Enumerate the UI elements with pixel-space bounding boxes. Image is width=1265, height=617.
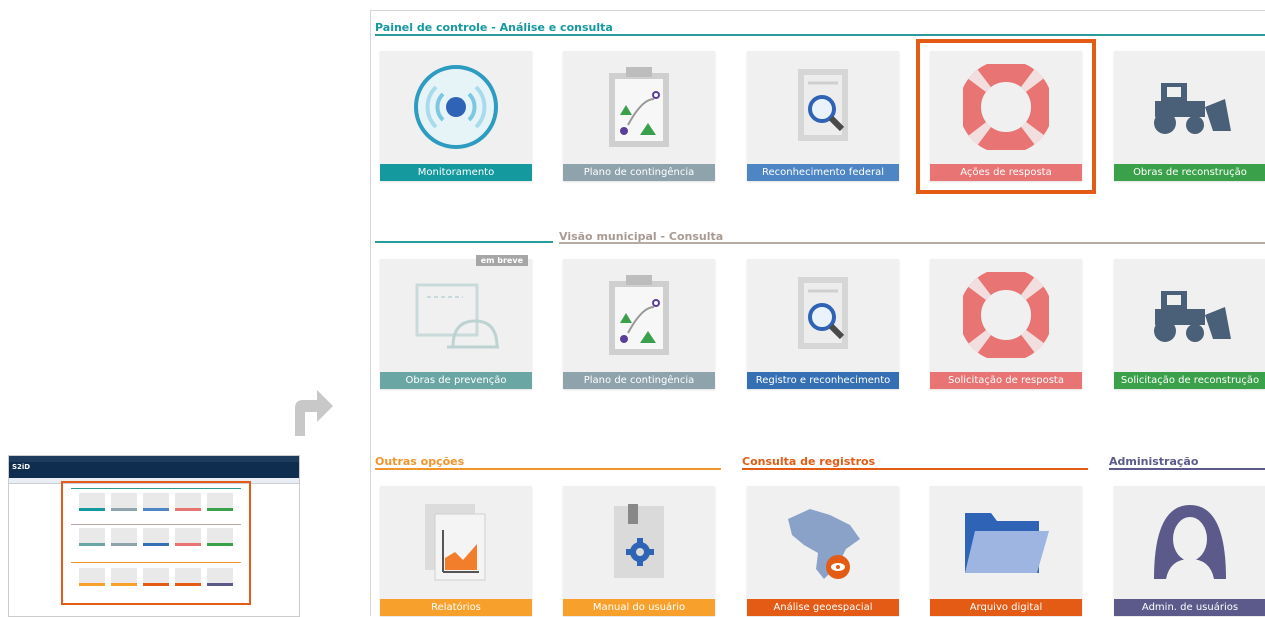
tile-label: Plano de contingência — [563, 164, 715, 181]
tile-label: Monitoramento — [380, 164, 532, 181]
manual-gear-icon — [589, 498, 689, 586]
clipboard-map-icon — [589, 63, 689, 151]
tile-obras-reconstrucao[interactable]: Obras de reconstrução — [1114, 51, 1265, 181]
chart-report-icon — [406, 498, 506, 586]
arrow-icon — [295, 390, 333, 436]
section-divider — [375, 241, 553, 243]
clipboard-map-icon — [589, 271, 689, 359]
tile-reconhecimento-federal[interactable]: Reconhecimento federal — [747, 51, 899, 181]
section-divider — [742, 468, 1088, 470]
thumb-logo: S2iD — [12, 463, 31, 471]
tile-label: Solicitação de resposta — [930, 372, 1082, 389]
tile-label: Manual do usuário — [563, 599, 715, 616]
coming-soon-badge: em breve — [475, 255, 528, 266]
thumb-selection-highlight — [61, 481, 251, 605]
tile-label: Obras de reconstrução — [1114, 164, 1265, 181]
tile-registro-reconhecimento[interactable]: Registro e reconhecimento — [747, 259, 899, 389]
folder-icon — [956, 498, 1056, 586]
bulldozer-icon — [1140, 63, 1240, 151]
section-title-painel: Painel de controle - Análise e consulta — [375, 21, 613, 34]
tile-monitoramento[interactable]: Monitoramento — [380, 51, 532, 181]
tile-label: Obras de prevenção — [380, 372, 532, 389]
tile-manual-usuario[interactable]: Manual do usuário — [563, 486, 715, 616]
selection-highlight — [916, 39, 1096, 194]
bulldozer-icon — [1140, 271, 1240, 359]
tile-plano-contingencia[interactable]: Plano de contingência — [563, 51, 715, 181]
tile-obras-prevencao: em breve Obras de prevenção — [380, 255, 532, 389]
tile-label: Arquivo digital — [930, 599, 1082, 616]
tile-label: Registro e reconhecimento — [747, 372, 899, 389]
section-divider — [559, 242, 1265, 244]
tile-label: Reconhecimento federal — [747, 164, 899, 181]
brazil-map-icon — [773, 498, 873, 586]
dashboard-panel: Painel de controle - Análise e consulta … — [370, 10, 1265, 616]
tile-label: Solicitação de reconstrução — [1114, 372, 1265, 389]
section-title-outras: Outras opções — [375, 455, 465, 468]
section-divider — [1109, 468, 1265, 470]
tile-label: Análise geoespacial — [747, 599, 899, 616]
broadcast-icon — [406, 63, 506, 151]
tile-analise-geoespacial[interactable]: Análise geoespacial — [747, 486, 899, 616]
tile-label: Admin. de usuários — [1114, 599, 1265, 616]
section-title-administracao: Administração — [1109, 455, 1199, 468]
tile-plano-contingencia-municipal[interactable]: Plano de contingência — [563, 259, 715, 389]
section-title-consulta: Consulta de registros — [742, 455, 876, 468]
section-divider — [375, 34, 1265, 36]
tile-admin-usuarios[interactable]: Admin. de usuários — [1114, 486, 1265, 616]
user-avatar-icon — [1140, 498, 1240, 586]
lifebuoy-icon — [956, 271, 1056, 359]
tile-solicitacao-resposta[interactable]: Solicitação de resposta — [930, 259, 1082, 389]
page-thumbnail: S2iD — [8, 455, 300, 617]
thumb-header — [9, 462, 299, 478]
document-search-icon — [773, 63, 873, 151]
tile-arquivo-digital[interactable]: Arquivo digital — [930, 486, 1082, 616]
tile-solicitacao-reconstrucao[interactable]: Solicitação de reconstrução — [1114, 259, 1265, 389]
section-divider — [375, 468, 721, 470]
tile-label: Relatórios — [380, 599, 532, 616]
document-search-icon — [773, 271, 873, 359]
helmet-blueprint-icon — [406, 271, 506, 359]
tile-relatorios[interactable]: Relatórios — [380, 486, 532, 616]
tile-label: Plano de contingência — [563, 372, 715, 389]
